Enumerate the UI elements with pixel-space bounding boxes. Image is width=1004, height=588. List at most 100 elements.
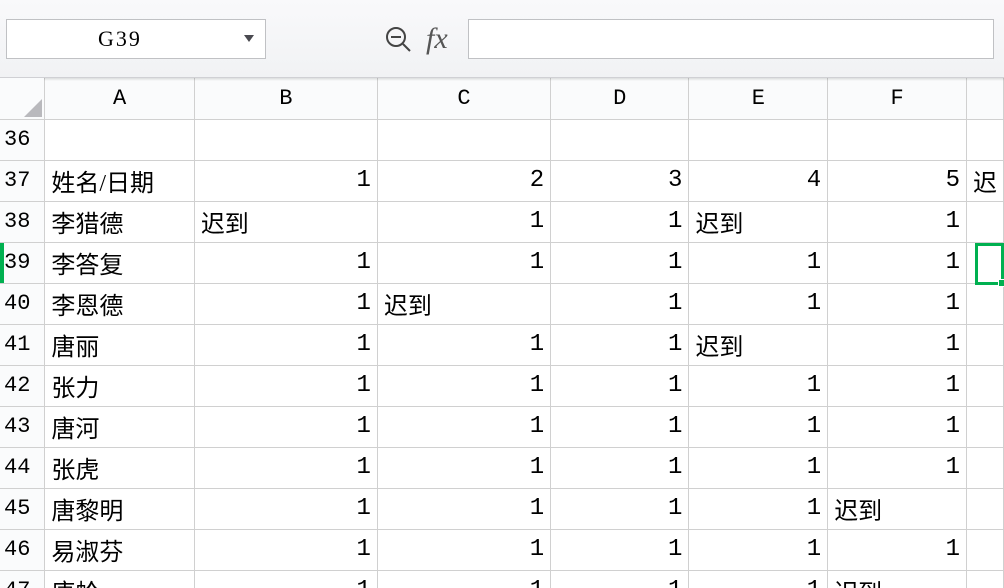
col-header-F[interactable]: F [828, 78, 967, 119]
cell[interactable]: 5 [828, 160, 967, 201]
cell[interactable]: 唐黎明 [45, 488, 194, 529]
cell[interactable]: 1 [194, 406, 377, 447]
col-header-C[interactable]: C [377, 78, 550, 119]
cell[interactable] [966, 406, 1003, 447]
cell[interactable]: 1 [551, 529, 689, 570]
cell[interactable]: 迟到 [828, 488, 967, 529]
cell[interactable]: 1 [194, 488, 377, 529]
cell[interactable]: 1 [551, 365, 689, 406]
cell[interactable]: 1 [689, 365, 828, 406]
col-header-E[interactable]: E [689, 78, 828, 119]
cell[interactable]: 唐河 [45, 406, 194, 447]
spreadsheet-grid[interactable]: ABCDEF3637姓名/日期12345迟38李猎德迟到11迟到139李答复11… [0, 78, 1004, 588]
cell[interactable]: 迟到 [377, 283, 550, 324]
cell[interactable]: 1 [828, 529, 967, 570]
cell[interactable]: 张力 [45, 365, 194, 406]
fx-label[interactable]: fx [426, 22, 448, 56]
cell[interactable]: 迟 [966, 160, 1003, 201]
cell[interactable]: 1 [551, 447, 689, 488]
cell[interactable]: 1 [828, 324, 967, 365]
col-header-B[interactable]: B [194, 78, 377, 119]
cell[interactable]: 1 [194, 447, 377, 488]
cell[interactable]: 姓名/日期 [45, 160, 194, 201]
cell[interactable]: 1 [194, 529, 377, 570]
cell[interactable]: 1 [828, 283, 967, 324]
col-header-G[interactable] [966, 78, 1003, 119]
cell[interactable]: 1 [377, 447, 550, 488]
cell[interactable]: 2 [377, 160, 550, 201]
row-header[interactable]: 46 [0, 529, 45, 570]
name-box-dropdown[interactable] [233, 35, 265, 42]
cell[interactable] [828, 119, 967, 160]
row-header[interactable]: 38 [0, 201, 45, 242]
cell[interactable]: 1 [551, 488, 689, 529]
cell[interactable]: 张虎 [45, 447, 194, 488]
cell[interactable]: 1 [377, 570, 550, 588]
cell[interactable]: 1 [551, 570, 689, 588]
cell[interactable]: 李猎德 [45, 201, 194, 242]
cell[interactable] [966, 529, 1003, 570]
col-header-D[interactable]: D [551, 78, 689, 119]
zoom-out-button[interactable] [376, 17, 420, 61]
cell[interactable]: 1 [689, 488, 828, 529]
cell[interactable]: 1 [377, 324, 550, 365]
cell[interactable] [45, 119, 194, 160]
cell[interactable]: 迟到 [828, 570, 967, 588]
cell[interactable]: 1 [194, 570, 377, 588]
row-header[interactable]: 47 [0, 570, 45, 588]
cell[interactable]: 1 [194, 242, 377, 283]
cell[interactable] [194, 119, 377, 160]
row-header[interactable]: 41 [0, 324, 45, 365]
cell[interactable] [966, 570, 1003, 588]
cell[interactable]: 迟到 [689, 324, 828, 365]
cell[interactable]: 1 [828, 406, 967, 447]
cell[interactable]: 1 [689, 283, 828, 324]
row-header[interactable]: 43 [0, 406, 45, 447]
select-all-corner[interactable] [0, 78, 45, 119]
cell[interactable]: 1 [689, 529, 828, 570]
row-header[interactable]: 36 [0, 119, 45, 160]
cell[interactable] [966, 365, 1003, 406]
cell[interactable]: 1 [689, 406, 828, 447]
row-header[interactable]: 45 [0, 488, 45, 529]
cell[interactable]: 1 [194, 324, 377, 365]
cell[interactable]: 1 [689, 447, 828, 488]
cell[interactable] [377, 119, 550, 160]
cell[interactable]: 1 [551, 406, 689, 447]
formula-input[interactable] [468, 19, 994, 59]
cell[interactable] [966, 447, 1003, 488]
cell[interactable]: 1 [194, 160, 377, 201]
cell[interactable]: 1 [828, 201, 967, 242]
row-header[interactable]: 44 [0, 447, 45, 488]
cell[interactable] [966, 324, 1003, 365]
cell[interactable]: 迟到 [689, 201, 828, 242]
cell[interactable]: 迟到 [194, 201, 377, 242]
cell[interactable] [689, 119, 828, 160]
cell[interactable]: 1 [828, 242, 967, 283]
cell[interactable]: 1 [689, 242, 828, 283]
cell[interactable]: 1 [377, 242, 550, 283]
cell[interactable] [966, 242, 1003, 283]
cell[interactable] [966, 283, 1003, 324]
row-header[interactable]: 37 [0, 160, 45, 201]
cell[interactable]: 1 [551, 283, 689, 324]
cell[interactable]: 易淑芬 [45, 529, 194, 570]
cell[interactable]: 1 [194, 365, 377, 406]
cell[interactable] [966, 119, 1003, 160]
cell[interactable]: 1 [828, 365, 967, 406]
cell[interactable]: 1 [689, 570, 828, 588]
cell[interactable]: 1 [551, 201, 689, 242]
cell[interactable]: 1 [377, 488, 550, 529]
row-header[interactable]: 42 [0, 365, 45, 406]
cell[interactable]: 1 [828, 447, 967, 488]
cell[interactable] [966, 201, 1003, 242]
cell[interactable]: 唐丽 [45, 324, 194, 365]
cell[interactable]: 1 [377, 529, 550, 570]
cell[interactable]: 唐蛤 [45, 570, 194, 588]
cell[interactable]: 1 [377, 201, 550, 242]
cell[interactable] [551, 119, 689, 160]
cell[interactable]: 4 [689, 160, 828, 201]
cell[interactable]: 李答复 [45, 242, 194, 283]
row-header[interactable]: 39 [0, 242, 45, 283]
cell[interactable]: 1 [551, 242, 689, 283]
